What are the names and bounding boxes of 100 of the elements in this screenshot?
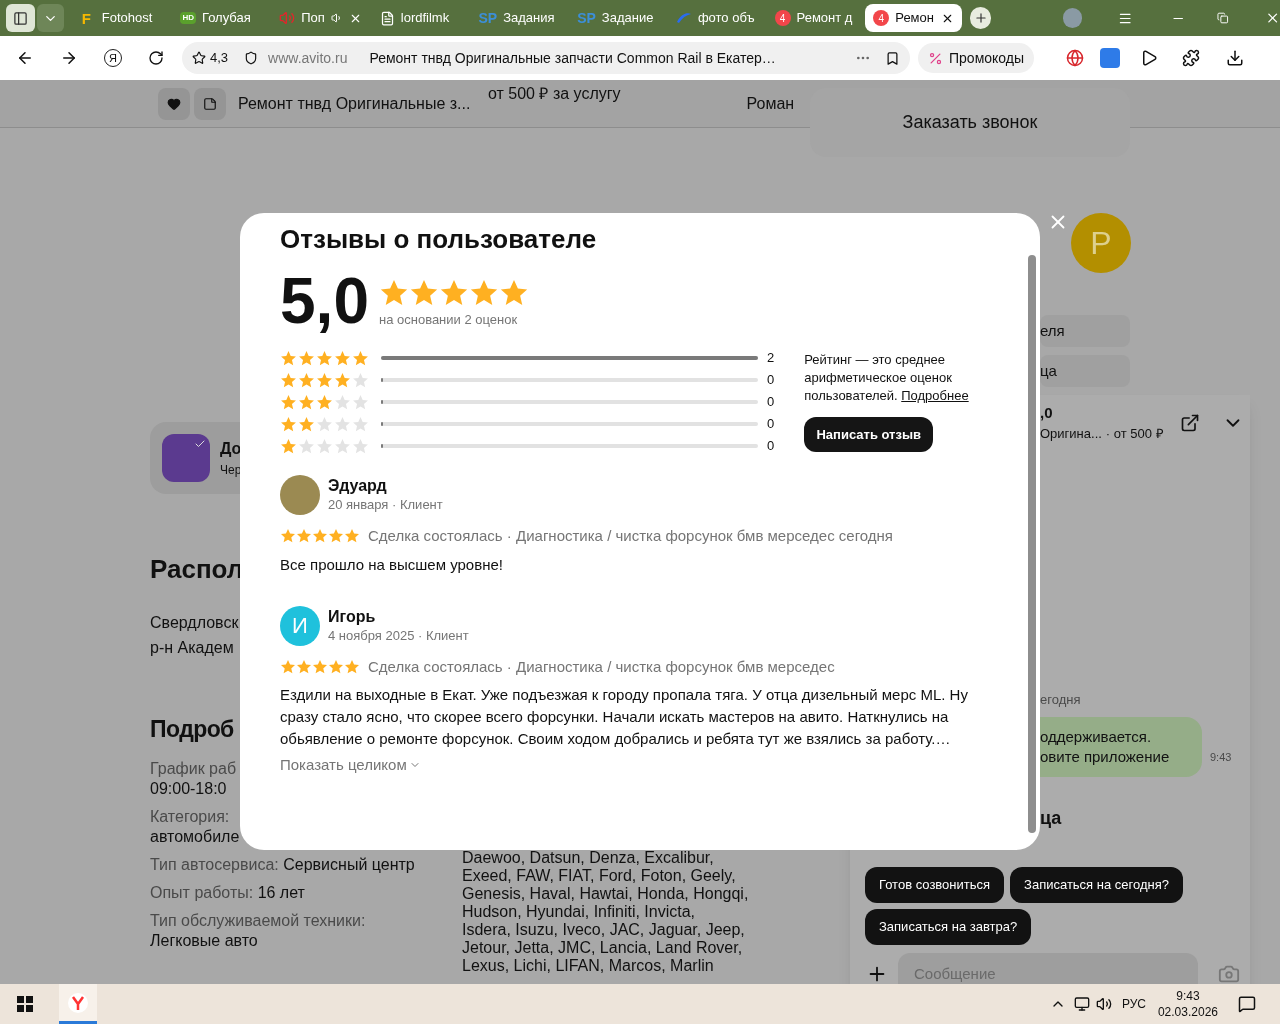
seller-avatar: Р [1071, 213, 1131, 273]
star-icon [280, 371, 297, 389]
browser-tab[interactable]: 4 Ремонт д [766, 4, 864, 32]
browser-tab[interactable]: lordfilmk [371, 4, 469, 32]
taskbar-app[interactable] [59, 984, 97, 1024]
chat-price: · от 500 ₽ [1105, 425, 1164, 444]
browser-tab[interactable]: SP Задание [569, 4, 666, 32]
review-text: Ездили на выходные в Екат. Уже подъезжая к городу пропала тяга. У отца дизельный мерс ML. Ну сразу стало ясно, что скорее всего форсунки. Начали искать мастеров на авито. Наткнулись на обьявление о ремонте форсунок. Своим ходом добрались и ребята тут же взялись за работу.… [280, 685, 969, 749]
new-tab-button[interactable] [970, 7, 992, 29]
detail-value: автомобиле [150, 827, 240, 847]
seller-button[interactable]: ца [1040, 355, 1130, 387]
clock[interactable]: 9:43 02.03.2026 [1157, 988, 1218, 1020]
shield-icon [244, 51, 259, 65]
listing-title: Ремонт тнвд Оригинальные з... [238, 93, 472, 114]
forward-icon[interactable] [60, 49, 78, 67]
note-button[interactable] [194, 87, 226, 120]
address-text: Свердловск [150, 613, 239, 633]
star-icon [352, 437, 369, 455]
brands-text: Daewoo, Datsun, Denza, Excalibur, [462, 849, 714, 867]
star-icon [316, 415, 333, 433]
browser-tab[interactable]: SP Задания [470, 4, 568, 32]
show-more-link[interactable]: Показать целиком [280, 754, 421, 777]
quick-reply-button[interactable]: Готов созвониться [865, 867, 1005, 903]
write-review-button[interactable]: Написать отзыв [804, 417, 934, 452]
windows-icon[interactable] [17, 996, 33, 1012]
star-icon [280, 393, 297, 411]
quick-reply-button[interactable]: Записаться на завтра? [865, 909, 1032, 945]
star-icon [296, 658, 312, 675]
notifications-icon[interactable] [1238, 995, 1256, 1013]
download-icon[interactable] [1226, 49, 1245, 67]
heart-icon [167, 96, 181, 111]
volume-icon[interactable] [1095, 996, 1112, 1012]
browser-tab[interactable]: фото объ [667, 4, 765, 32]
review-text: Все прошло на высшем уровне! [280, 554, 504, 575]
logo-icon: F [81, 10, 96, 26]
rating-count: 0 [767, 371, 775, 390]
logo-icon: HD [180, 12, 196, 24]
star-icon [316, 349, 333, 367]
message-time: 9:43 [1210, 749, 1232, 765]
reviewer-name: Эдуард [328, 476, 388, 496]
detail-text: Опыт работы: 16 лет [150, 883, 305, 903]
audio-icon [330, 12, 343, 24]
plus-icon [973, 11, 988, 25]
sidebar-button[interactable] [6, 4, 35, 32]
tab-title: фото объ [697, 9, 755, 28]
extension-icon[interactable] [1100, 48, 1121, 68]
browser-tab[interactable]: Поп [271, 4, 370, 32]
rating-count: 0 [767, 415, 775, 434]
network-icon[interactable] [1073, 996, 1090, 1012]
favorite-button[interactable] [158, 87, 190, 120]
star-icon [298, 349, 315, 367]
play-icon[interactable] [1140, 49, 1159, 67]
page-title: Ремонт тнвд Оригинальные запчасти Common Rail в Екатер… [369, 48, 776, 68]
chat-date: егодня [1040, 690, 1082, 709]
address-field[interactable]: 4,3 www.avito.ru Ремонт тнвд Оригинальные запчасти Common Rail в Екатер… [182, 42, 910, 74]
language-indicator[interactable]: РУС [1121, 995, 1146, 1013]
bookmark-icon[interactable] [885, 50, 900, 66]
star-icon [334, 415, 351, 433]
promo-button[interactable]: Промокоды [918, 43, 1035, 73]
more-link[interactable]: Подробнее [901, 388, 969, 403]
restore-icon[interactable] [1217, 12, 1229, 24]
star-icon [352, 415, 369, 433]
tab-title: Задания [503, 9, 555, 28]
address-text: р-н Академ [150, 638, 235, 658]
star-icon [298, 371, 315, 389]
star-icon [352, 371, 369, 389]
puzzle-icon[interactable] [1182, 49, 1201, 67]
detail-text: Тип автосервиса: Сервисный центр [150, 855, 415, 875]
rating-count: 0 [767, 393, 775, 412]
detail-value: Легковые авто [150, 931, 258, 951]
listing-price: от 500 ₽ за услугу [488, 84, 621, 104]
browser-tab[interactable]: 4 Ремон [865, 4, 962, 32]
section-heading: Распол [150, 556, 244, 582]
star-icon [296, 528, 312, 545]
star-icon [298, 437, 315, 455]
brands-text: Exeed, FAW, FIAT, Ford, Foton, Geely, [462, 867, 736, 885]
browser-tab[interactable]: F Fotohost [73, 4, 171, 32]
panel-icon [12, 10, 28, 26]
globe-icon[interactable] [1066, 49, 1085, 67]
speaker-icon [279, 10, 296, 26]
star-icon [328, 528, 344, 545]
reload-icon[interactable] [148, 50, 164, 66]
star-icon [280, 658, 296, 675]
review-meta: 20 января · Клиент [328, 496, 443, 514]
star-icon [352, 349, 369, 367]
note-icon [203, 96, 217, 111]
star-icon [298, 393, 315, 411]
back-icon[interactable] [16, 49, 34, 67]
seller-button[interactable]: еля [1040, 315, 1130, 347]
chat-rating: ,0 [1040, 402, 1054, 423]
rating-score: 5,0 [280, 271, 369, 331]
reviewer-name: Игорь [328, 606, 377, 627]
tab-title: Голубая [202, 9, 251, 28]
quick-reply-button[interactable]: Записаться на сегодня? [1010, 867, 1183, 903]
external-link-icon[interactable] [1180, 412, 1200, 433]
browser-tab[interactable]: HD Голубая [172, 4, 270, 32]
star-icon [312, 658, 328, 675]
section-heading: Подроб [150, 718, 234, 741]
rating-count: 2 [767, 349, 775, 368]
tab-title: Fotohost [101, 9, 153, 28]
